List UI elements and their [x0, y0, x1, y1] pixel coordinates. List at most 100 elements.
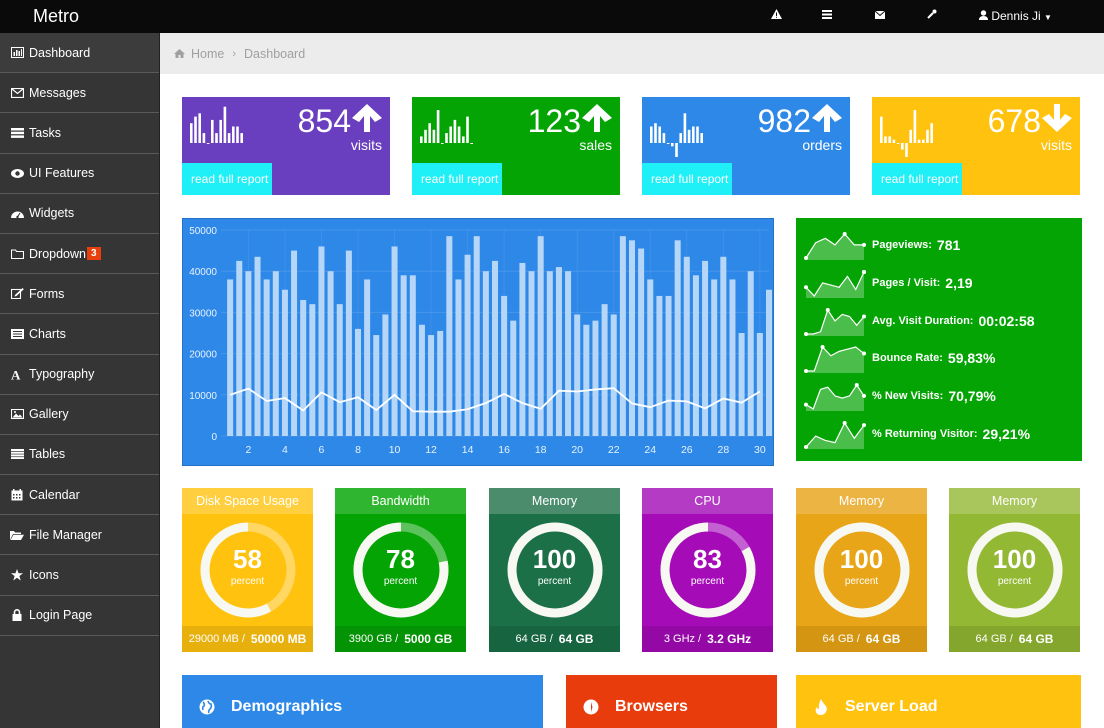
- sidebar-item-calendar[interactable]: Calendar: [0, 475, 159, 516]
- chart-bar: [272, 271, 279, 436]
- sidebar-item-label: UI Features: [29, 166, 95, 181]
- sidebar-item-widgets[interactable]: Widgets: [0, 194, 159, 234]
- spark-bar: [930, 123, 933, 143]
- metric-sparkline: [804, 383, 866, 412]
- gauge-total: 5000 GB: [404, 632, 453, 646]
- gauge-used: 64 GB: [975, 633, 1007, 645]
- chart-bar: [729, 279, 736, 436]
- metric-value: 00:02:58: [978, 312, 1035, 329]
- chart-bar: [391, 246, 398, 436]
- chart-bar: [592, 320, 599, 436]
- arrow-up-icon: [352, 103, 382, 140]
- spark-bar: [211, 119, 214, 143]
- metric-label: % New Visits:: [872, 390, 944, 403]
- sidebar-item-label: Calendar: [29, 487, 80, 502]
- stat-value-group: 678: [988, 103, 1072, 140]
- spark-bar: [441, 143, 444, 144]
- spark-bar: [675, 143, 678, 157]
- gauge-title: Bandwidth: [335, 488, 466, 514]
- spark-bar: [223, 106, 227, 143]
- metric-row: Pages / Visit: 2,19: [804, 264, 1074, 302]
- chart-bar: [236, 260, 243, 436]
- sparkline-area: [806, 234, 864, 260]
- gauge-value: 58: [233, 544, 262, 574]
- stat-value: 982: [757, 103, 811, 139]
- gauge-value: 100: [992, 544, 1037, 574]
- read-full-report-link[interactable]: read full report: [872, 163, 962, 195]
- compass-icon: [582, 698, 600, 716]
- chart-bar: [227, 279, 234, 436]
- metric-sparkline: [804, 307, 866, 336]
- stat-value-group: 123: [528, 103, 612, 140]
- sidebar-item-dropdown[interactable]: Dropdown 3: [0, 234, 159, 275]
- sidebar-item-label: Dashboard: [29, 45, 91, 60]
- read-full-report-link[interactable]: read full report: [182, 163, 272, 195]
- stat-value: 854: [297, 103, 351, 139]
- x-tick-label: 28: [717, 444, 729, 456]
- sidebar-item-typography[interactable]: A Typography: [0, 355, 159, 395]
- chart-bar: [647, 279, 654, 436]
- spark-bar: [926, 129, 929, 143]
- y-tick-label: 20000: [189, 350, 217, 361]
- sparkline-point: [804, 402, 808, 407]
- gauge-title: CPU: [642, 488, 773, 514]
- sidebar-item-dashboard[interactable]: Dashboard: [0, 33, 159, 74]
- gauge-card-disk-space-usage: Disk Space Usage 58 percent 29000 MB/50000 …: [182, 488, 313, 652]
- chart-bar: [619, 236, 626, 436]
- gauge-used: 3900 GB: [348, 633, 393, 645]
- sparkline-point: [862, 351, 866, 356]
- sidebar-item-file-manager[interactable]: File Manager: [0, 515, 159, 556]
- breadcrumb-home[interactable]: Home: [191, 47, 224, 61]
- metric-value: 781: [936, 237, 961, 253]
- tasks-icon: [10, 127, 24, 139]
- gauge-unit: percent: [230, 576, 265, 587]
- spark-bar: [215, 133, 218, 143]
- sidebar-item-gallery[interactable]: Gallery: [0, 395, 159, 435]
- wrench-icon[interactable]: [924, 8, 940, 22]
- gauge-footer: 3 GHz/3.2 GHz: [642, 626, 773, 652]
- gauge-unit: percent: [844, 576, 879, 587]
- read-full-report-link[interactable]: read full report: [412, 163, 502, 195]
- user-menu[interactable]: Dennis Ji ▼: [979, 9, 1052, 23]
- sparkline-point: [804, 256, 808, 260]
- tasks-icon[interactable]: [819, 8, 835, 22]
- gauge-body: 78 percent: [335, 514, 466, 626]
- x-tick-label: 26: [681, 444, 693, 456]
- sidebar-item-tasks[interactable]: Tasks: [0, 113, 159, 154]
- sidebar-item-label: Tables: [29, 447, 66, 462]
- sidebar-item-ui-features[interactable]: UI Features: [0, 154, 159, 194]
- chart-bar: [309, 304, 316, 436]
- chart-bar: [510, 320, 517, 436]
- sidebar-item-icons[interactable]: Icons: [0, 555, 159, 596]
- metric-label: Bounce Rate:: [872, 352, 943, 365]
- warning-icon[interactable]: [768, 8, 784, 22]
- sidebar-item-tables[interactable]: Tables: [0, 435, 159, 476]
- chart-bar: [565, 271, 572, 436]
- sidebar-item-messages[interactable]: Messages: [0, 73, 159, 114]
- chart-bar: [756, 333, 763, 436]
- spark-bar: [466, 116, 469, 143]
- gauge-body: 58 percent: [182, 514, 313, 626]
- gauge-used: 29000 MB: [188, 633, 239, 645]
- sidebar-item-forms[interactable]: Forms: [0, 274, 159, 315]
- top-navbar: Metro Dennis Ji ▼: [0, 0, 1104, 33]
- envelope-icon[interactable]: [872, 8, 888, 22]
- sidebar-item-charts[interactable]: Charts: [0, 314, 159, 355]
- metric-row: Avg. Visit Duration: 00:02:58: [804, 302, 1074, 340]
- y-tick-label: 0: [211, 432, 217, 443]
- read-full-report-link[interactable]: read full report: [642, 163, 732, 195]
- sidebar-item-label: Gallery: [29, 407, 69, 422]
- sidebar-item-login-page[interactable]: Login Page: [0, 596, 159, 636]
- chart-bar: [583, 324, 590, 436]
- spark-bar: [206, 143, 210, 144]
- chart-bar: [692, 275, 699, 436]
- metric-label: Avg. Visit Duration:: [872, 314, 974, 327]
- brand-logo[interactable]: Metro: [33, 6, 79, 27]
- gauge-footer: 64 GB/64 GB: [796, 626, 927, 652]
- breadcrumb-current: Dashboard: [244, 46, 306, 61]
- gauge-body: 100 percent: [796, 514, 927, 626]
- panel-header: Browsers: [582, 698, 688, 716]
- gauge-footer: 29000 MB/50000 MB: [182, 626, 313, 652]
- eye-icon: [10, 167, 24, 179]
- spark-bar: [696, 126, 699, 143]
